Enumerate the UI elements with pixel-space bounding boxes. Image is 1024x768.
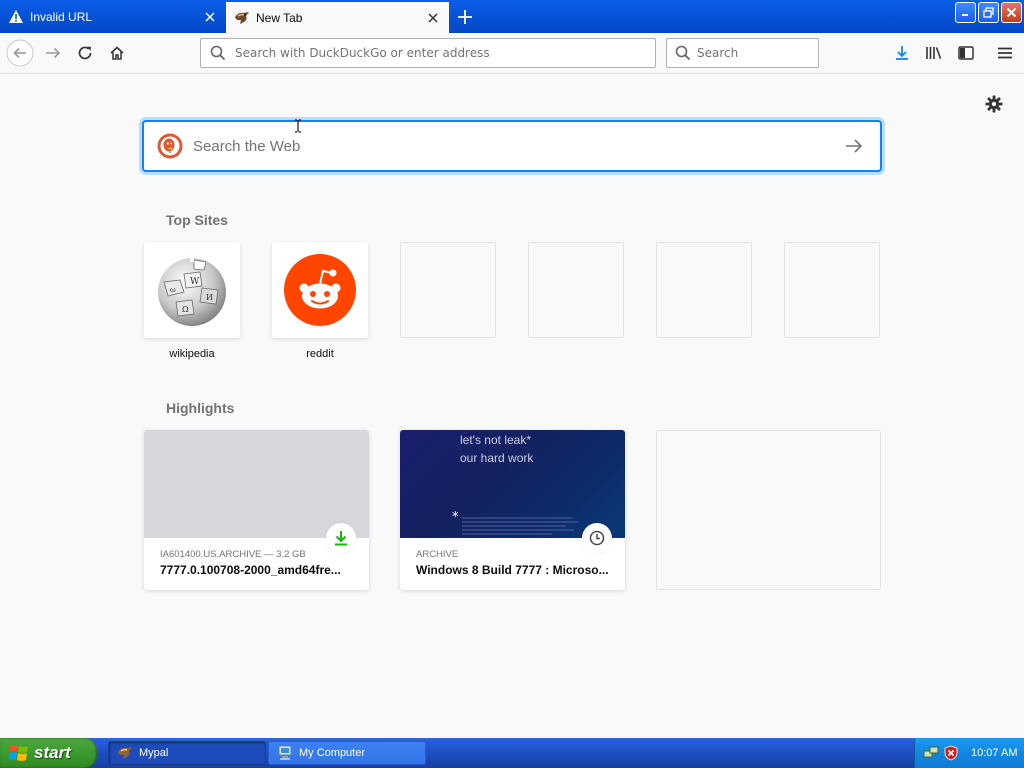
taskbar-item-label: My Computer [299,747,366,759]
top-site-label: reddit [306,348,334,360]
asterisk-mark: * [452,510,459,525]
computer-icon [278,745,292,760]
start-label: start [34,743,71,762]
highlight-source: IA601400.US.ARCHIVE — 3.2 GB [160,549,306,560]
empty-highlight-card [656,430,881,590]
search-icon [210,45,226,61]
duckduckgo-icon [157,133,183,159]
start-button[interactable]: start [0,738,97,768]
search-icon [675,45,691,61]
back-button[interactable] [5,39,35,67]
top-site-empty [528,242,624,338]
highlight-title: 7777.0.100708-2000_amd64fre... [160,563,341,577]
svg-text:W: W [190,277,200,287]
highlight-thumbnail: let's not leak* our hard work * [400,430,625,538]
top-site-tile[interactable] [272,242,368,338]
home-icon[interactable] [102,39,132,67]
top-site-tile[interactable]: W И Ω ω [144,242,240,338]
security-shield-icon[interactable] [943,745,959,761]
top-site-empty [784,242,880,338]
thumbnail-text-line: our hard work [460,451,534,465]
svg-text:Ω: Ω [182,305,189,314]
close-window-button[interactable] [1001,2,1022,23]
wikipedia-icon: W И Ω ω [158,254,226,326]
mypal-icon [234,10,250,26]
top-site-label: wikipedia [169,348,215,360]
restore-button[interactable] [978,2,999,23]
top-site-wikipedia[interactable]: W И Ω ω wikipedia [144,242,240,360]
taskbar: start Mypal My Computer 10:07 AM [0,738,1024,768]
sidebar-toggle-icon[interactable] [951,39,981,67]
search-input[interactable] [697,46,847,60]
tab-strip: Invalid URL New Tab [0,0,1024,33]
reddit-icon [284,254,356,326]
system-tray: 10:07 AM [914,738,1024,768]
web-search-box[interactable] [143,121,881,171]
windows-logo-icon [9,745,28,761]
download-icon [326,523,356,553]
history-clock-icon [582,523,612,553]
downloads-icon[interactable] [887,39,917,67]
clock: 10:07 AM [971,747,1018,759]
reload-icon[interactable] [70,39,100,67]
svg-text:И: И [206,293,213,302]
search-bar[interactable] [666,38,847,68]
highlight-card[interactable]: IA601400.US.ARCHIVE — 3.2 GB 7777.0.1007… [144,430,369,590]
menu-icon[interactable] [990,39,1020,67]
url-bar[interactable] [200,38,656,68]
forward-arrow-icon[interactable] [38,39,68,67]
empty-top-site-tile [656,242,752,338]
top-site-reddit[interactable]: reddit [272,242,368,360]
top-sites-heading: Top Sites [166,212,228,228]
mypal-icon [118,747,132,759]
highlight-source: ARCHIVE [416,549,459,560]
tab-title: Invalid URL [30,9,93,24]
text-cursor-icon [294,119,302,133]
close-tab-icon[interactable] [200,7,220,27]
tab-title: New Tab [256,10,303,25]
arrow-right-icon[interactable] [834,126,874,166]
window-controls [955,2,1022,23]
empty-top-site-tile [784,242,880,338]
minimize-button[interactable] [955,2,976,23]
thumbnail-text-line: let's not leak* [460,433,531,447]
top-site-empty [400,242,496,338]
highlight-thumbnail [144,430,369,538]
tab-new-tab[interactable]: New Tab [226,2,449,33]
network-icon[interactable] [923,745,939,761]
taskbar-item-mypal[interactable]: Mypal [108,741,266,765]
highlights-heading: Highlights [166,400,235,416]
web-search-input[interactable] [193,137,834,155]
new-tab-plus-icon[interactable] [452,4,478,30]
close-tab-icon[interactable] [423,8,443,28]
warning-icon [8,9,24,25]
navigation-toolbar [0,33,1024,74]
url-input[interactable] [235,46,655,60]
library-icon[interactable] [919,39,949,67]
gear-icon[interactable] [984,94,1004,114]
taskbar-item-label: Mypal [139,747,169,759]
tab-invalid-url[interactable]: Invalid URL [0,0,226,33]
highlight-card[interactable]: let's not leak* our hard work * ARCHIVE … [400,430,625,590]
top-site-empty [656,242,752,338]
taskbar-item-my-computer[interactable]: My Computer [268,741,426,765]
svg-text:ω: ω [170,286,176,294]
fine-print-lines [462,517,578,535]
highlight-title: Windows 8 Build 7777 : Microso... [416,563,609,577]
empty-top-site-tile [400,242,496,338]
empty-top-site-tile [528,242,624,338]
